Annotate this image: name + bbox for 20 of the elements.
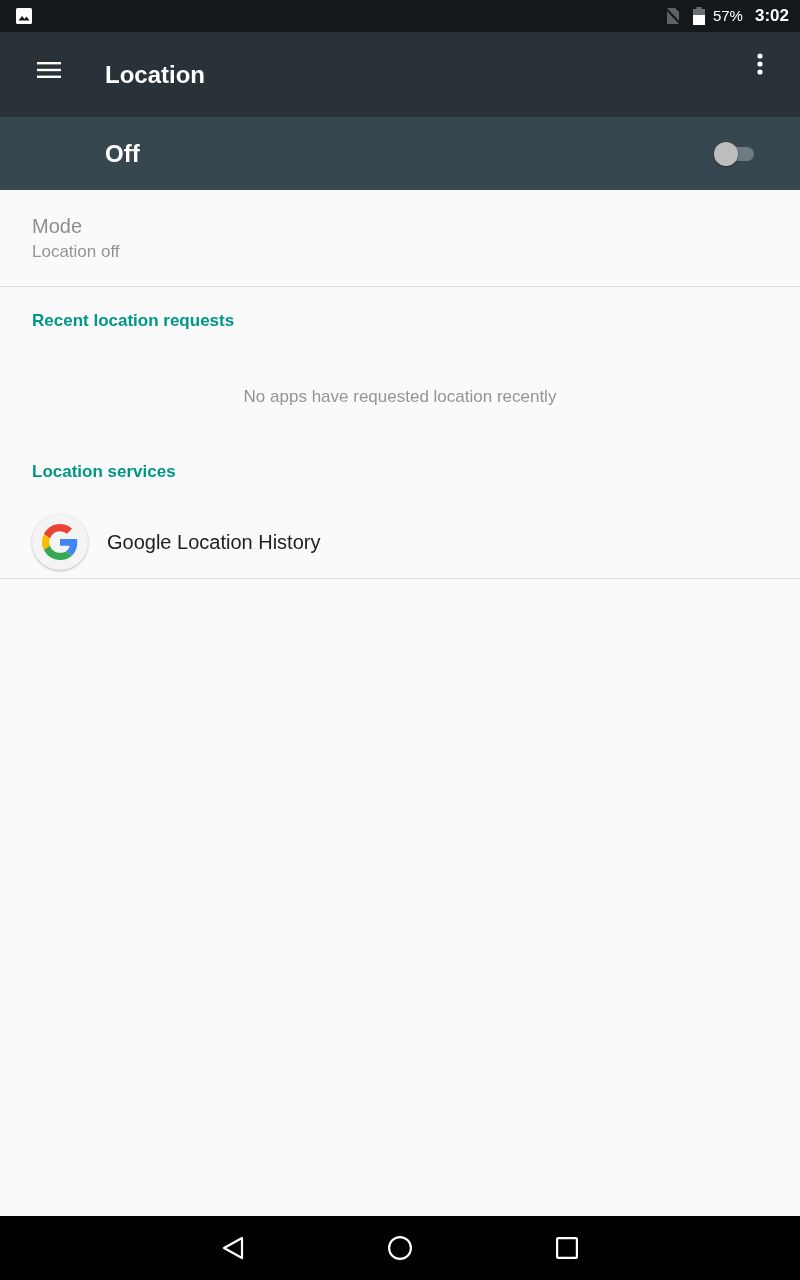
recents-icon[interactable]: [555, 1236, 579, 1260]
status-time: 3:02: [754, 7, 789, 25]
toggle-switch[interactable]: [714, 141, 754, 166]
mode-summary: Location off: [32, 241, 120, 263]
section-header: Recent location requests: [32, 311, 235, 331]
switch-label: Off: [105, 139, 141, 168]
image-icon: [16, 8, 32, 24]
battery-icon: [692, 7, 705, 25]
back-icon[interactable]: [221, 1236, 245, 1260]
more-options-icon[interactable]: [757, 53, 763, 75]
g-logo-icon: [32, 514, 88, 570]
section-header: Location services: [32, 462, 176, 482]
service-list-item[interactable]: Google Location History: [0, 506, 800, 578]
empty-message: No apps have requested location recently: [243, 387, 557, 407]
no-sim-icon: [664, 7, 681, 25]
home-icon[interactable]: [388, 1236, 412, 1260]
menu-icon[interactable]: [37, 61, 61, 78]
mode-title: Mode: [32, 214, 83, 239]
app-bar-title: Location: [105, 60, 206, 89]
battery-percentage: 57%: [712, 7, 743, 25]
